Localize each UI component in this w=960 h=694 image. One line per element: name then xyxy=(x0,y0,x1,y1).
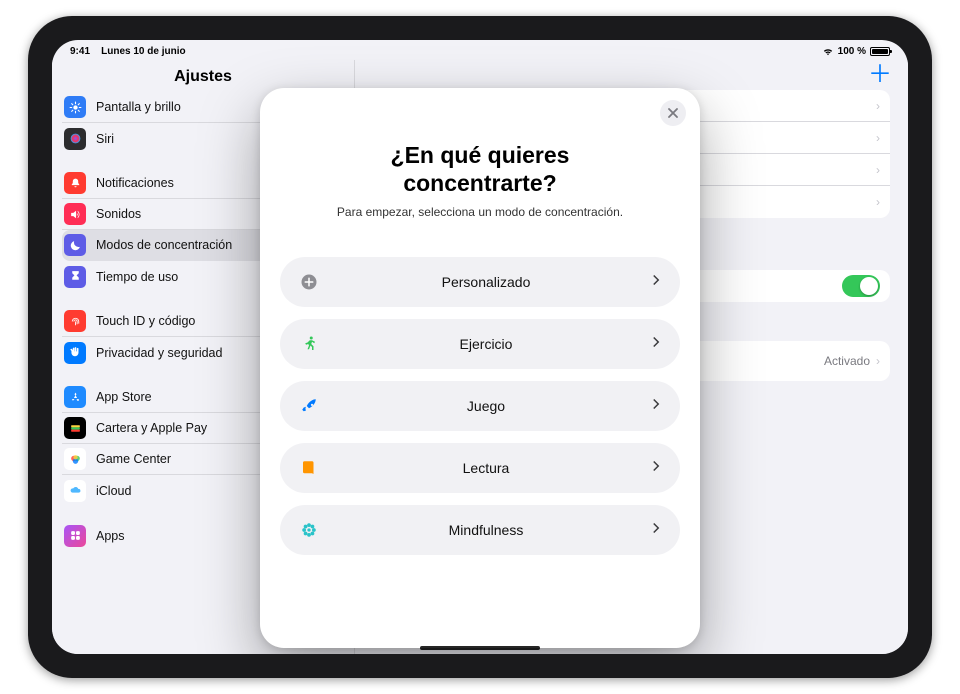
modal-subtitle: Para empezar, selecciona un modo de conc… xyxy=(278,205,682,219)
focus-option-mindfulness[interactable]: Mindfulness xyxy=(280,505,680,555)
appstore-icon xyxy=(64,386,86,408)
sidebar-item-label: Privacidad y seguridad xyxy=(96,346,222,360)
chevron-right-icon: › xyxy=(876,131,880,145)
status-time: 9:41 xyxy=(70,46,90,57)
apps-icon xyxy=(64,525,86,547)
sidebar-item-label: iCloud xyxy=(96,484,131,498)
status-right: 100 % xyxy=(822,46,890,57)
screen: 9:41 Lunes 10 de junio 100 % Ajustes Pan… xyxy=(52,40,908,654)
battery-percent: 100 % xyxy=(838,46,866,57)
status-value: Activado xyxy=(824,354,870,368)
sidebar-item-label: Tiempo de uso xyxy=(96,270,178,284)
chevron-right-icon xyxy=(652,397,662,415)
gamecenter-icon xyxy=(64,448,86,470)
wifi-icon xyxy=(822,47,834,56)
flower-icon xyxy=(298,519,320,541)
moon-icon xyxy=(64,234,86,256)
cloud-icon xyxy=(64,480,86,502)
sidebar-item-label: Touch ID y código xyxy=(96,314,195,328)
siri-icon xyxy=(64,128,86,150)
sidebar-item-label: Siri xyxy=(96,132,114,146)
chevron-right-icon xyxy=(652,273,662,291)
sound-icon xyxy=(64,203,86,225)
sidebar-item-label: Notificaciones xyxy=(96,176,174,190)
focus-option-reading[interactable]: Lectura xyxy=(280,443,680,493)
focus-option-label: Personalizado xyxy=(320,274,652,290)
focus-option-label: Ejercicio xyxy=(320,336,652,352)
book-icon xyxy=(298,457,320,479)
chevron-right-icon: › xyxy=(876,99,880,113)
modal-options-list: Personalizado Ejercicio Juego Lectura Mindfu… xyxy=(278,257,682,555)
close-button[interactable] xyxy=(660,100,686,126)
sidebar-item-label: Sonidos xyxy=(96,207,141,221)
focus-option-label: Lectura xyxy=(320,460,652,476)
status-date: Lunes 10 de junio xyxy=(101,46,185,57)
status-left: 9:41 Lunes 10 de junio xyxy=(70,46,186,57)
chevron-right-icon: › xyxy=(876,195,880,209)
main-topbar: ＋ xyxy=(355,60,908,90)
bell-icon xyxy=(64,172,86,194)
hand-icon xyxy=(64,342,86,364)
focus-option-label: Mindfulness xyxy=(320,522,652,538)
status-bar: 9:41 Lunes 10 de junio 100 % xyxy=(52,40,908,60)
plus-icon xyxy=(298,271,320,293)
focus-picker-modal: ¿En qué quieresconcentrarte? Para empeza… xyxy=(260,88,700,648)
focus-option-exercise[interactable]: Ejercicio xyxy=(280,319,680,369)
sidebar-item-label: Modos de concentración xyxy=(96,238,232,252)
sidebar-item-label: Cartera y Apple Pay xyxy=(96,421,207,435)
chevron-right-icon xyxy=(652,459,662,477)
share-toggle[interactable] xyxy=(842,275,880,297)
rocket-icon xyxy=(298,395,320,417)
chevron-right-icon xyxy=(652,335,662,353)
close-icon xyxy=(668,108,678,118)
focus-option-custom[interactable]: Personalizado xyxy=(280,257,680,307)
sidebar-item-label: Apps xyxy=(96,529,125,543)
ipad-frame: 9:41 Lunes 10 de junio 100 % Ajustes Pan… xyxy=(28,16,932,678)
wallet-icon xyxy=(64,417,86,439)
chevron-right-icon: › xyxy=(876,354,880,368)
home-indicator[interactable] xyxy=(420,646,540,650)
chevron-right-icon: › xyxy=(876,163,880,177)
sidebar-item-label: Pantalla y brillo xyxy=(96,100,181,114)
chevron-right-icon xyxy=(652,521,662,539)
sidebar-item-label: Game Center xyxy=(96,452,171,466)
focus-option-gaming[interactable]: Juego xyxy=(280,381,680,431)
run-icon xyxy=(298,333,320,355)
modal-title: ¿En qué quieresconcentrarte? xyxy=(278,142,682,197)
sidebar-item-label: App Store xyxy=(96,390,152,404)
display-icon xyxy=(64,96,86,118)
add-focus-button[interactable]: ＋ xyxy=(868,63,892,87)
battery-icon xyxy=(870,47,890,56)
hourglass-icon xyxy=(64,266,86,288)
touch-icon xyxy=(64,310,86,332)
focus-option-label: Juego xyxy=(320,398,652,414)
